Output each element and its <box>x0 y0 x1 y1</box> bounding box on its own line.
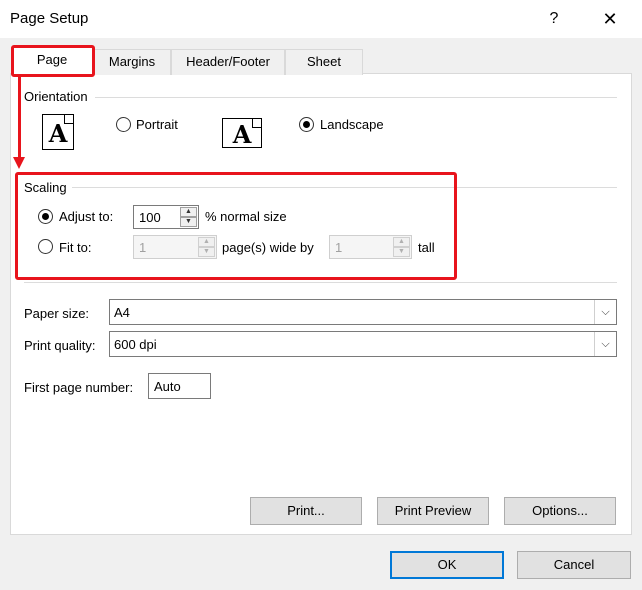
paper-size-dropdown[interactable]: A4 ⌵ <box>109 299 617 325</box>
portrait-radio[interactable] <box>116 117 131 132</box>
print-quality-label: Print quality: <box>24 338 96 353</box>
annotation-arrow-line <box>18 77 21 159</box>
portrait-page-icon: A <box>42 114 74 150</box>
print-quality-value: 600 dpi <box>114 337 157 352</box>
tab-margins[interactable]: Margins <box>93 49 171 75</box>
ok-button[interactable]: OK <box>390 551 504 579</box>
annotation-scaling-highlight <box>15 172 457 280</box>
annotation-tab-highlight <box>11 45 95 77</box>
options-button[interactable]: Options... <box>504 497 616 525</box>
first-page-number-label: First page number: <box>24 380 134 395</box>
paper-size-value: A4 <box>114 305 130 320</box>
orientation-label: Orientation <box>24 89 88 104</box>
close-button[interactable]: ✕ <box>597 6 623 32</box>
landscape-label[interactable]: Landscape <box>320 117 384 132</box>
chevron-down-icon[interactable]: ⌵ <box>594 300 616 324</box>
landscape-page-icon: A <box>222 118 262 148</box>
annotation-arrow-head <box>13 157 25 169</box>
first-page-number-value: Auto <box>154 379 181 394</box>
print-preview-button[interactable]: Print Preview <box>377 497 489 525</box>
paper-size-label: Paper size: <box>24 306 90 321</box>
print-button[interactable]: Print... <box>250 497 362 525</box>
print-quality-dropdown[interactable]: 600 dpi ⌵ <box>109 331 617 357</box>
chevron-down-icon[interactable]: ⌵ <box>594 332 616 356</box>
orientation-separator <box>95 97 617 98</box>
cancel-button[interactable]: Cancel <box>517 551 631 579</box>
help-button[interactable]: ? <box>542 6 566 32</box>
tab-header-footer[interactable]: Header/Footer <box>171 49 285 75</box>
tab-sheet[interactable]: Sheet <box>285 49 363 75</box>
scaling-bottom-separator <box>24 282 617 283</box>
window-title: Page Setup <box>10 10 89 27</box>
portrait-label[interactable]: Portrait <box>136 117 178 132</box>
first-page-number-input[interactable]: Auto <box>148 373 211 399</box>
landscape-radio[interactable] <box>299 117 314 132</box>
